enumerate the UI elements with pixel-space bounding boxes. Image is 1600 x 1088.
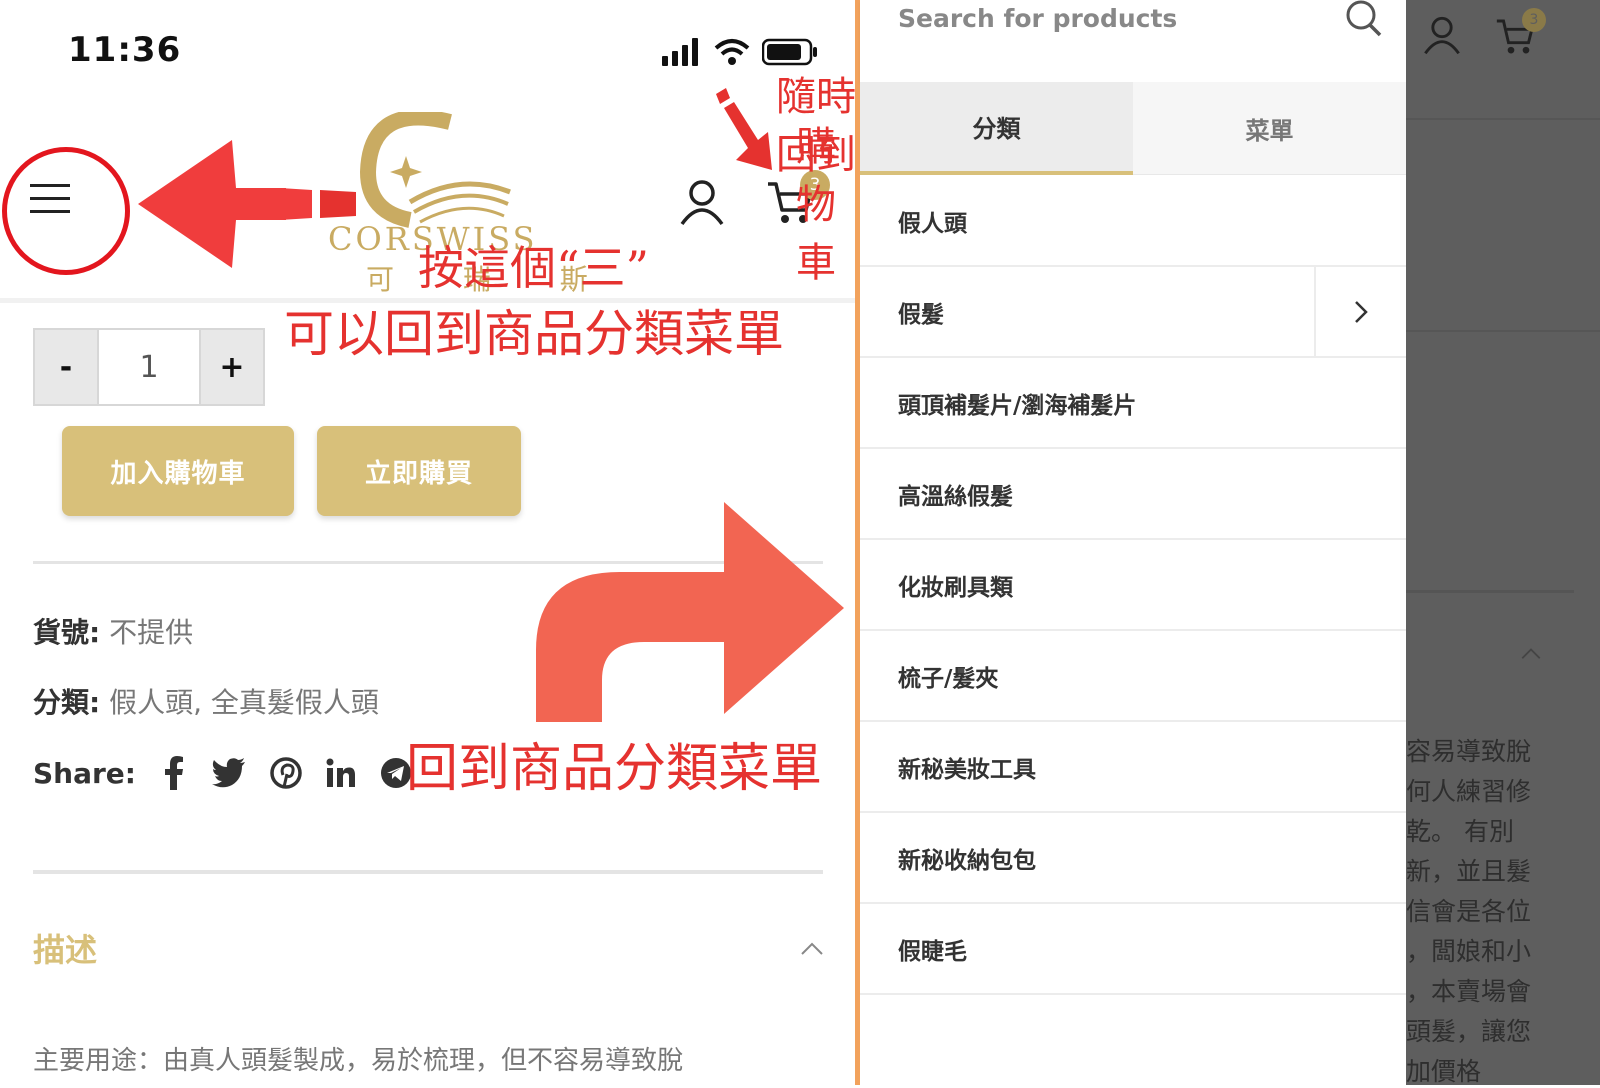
overlay-divider (1406, 330, 1600, 332)
tab-menu[interactable]: 菜單 (1133, 82, 1406, 175)
submenu-toggle[interactable] (1314, 267, 1406, 356)
annotation-cart-hint-2: 購物車 (796, 124, 836, 286)
overlay-text-line: 何人練習修 (1406, 777, 1532, 806)
menu-item-label: 假人頭 (898, 210, 967, 237)
overlay-divider (1406, 118, 1600, 120)
linkedin-icon[interactable] (326, 758, 356, 788)
menu-item[interactable]: 化妝刷具類 (860, 540, 1406, 631)
tab-categories[interactable]: 分類 (860, 82, 1133, 175)
annotation-hamburger-hint-2: 可以回到商品分類菜單 (284, 305, 784, 363)
category-label: 分類: (33, 686, 101, 719)
search-icon[interactable] (1344, 0, 1384, 40)
share-row: Share: (33, 756, 412, 790)
qty-minus-button[interactable]: - (35, 330, 97, 404)
qty-plus-button[interactable]: + (201, 330, 263, 404)
overlay-text-line: 頭髮，讓您 (1406, 1017, 1532, 1046)
annotation-arrow-left (138, 140, 356, 268)
category-list: 假人頭 假髮 頭頂補髮片/瀏海補髮片 高溫絲假髮 化妝刷具類 梳子/髮夾 新秘美… (860, 176, 1406, 995)
chevron-up-icon[interactable] (800, 940, 824, 956)
battery-icon (762, 38, 817, 66)
cart-count-badge: 3 (1522, 8, 1546, 32)
overlay-text-line: ，闆娘和小 (1406, 937, 1532, 966)
status-icons (662, 38, 818, 66)
overlay-text-line: 容易導致脫 (1406, 737, 1532, 766)
sku-row: 貨號: 不提供 (33, 611, 193, 651)
menu-item-label: 梳子/髮夾 (898, 665, 999, 692)
menu-item-label: 假髮 (898, 301, 944, 328)
annotation-menu-hint: 回到商品分類菜單 (406, 739, 823, 799)
overlay-text-line: 加價格 (1406, 1057, 1482, 1086)
sku-value: 不提供 (109, 616, 194, 649)
menu-item-label: 新秘美妝工具 (898, 756, 1036, 783)
facebook-icon[interactable] (160, 756, 188, 790)
annotation-circle (2, 147, 130, 275)
description-text: 主要用途：由真人頭髮製成，易於梳理，但不容易導致脫 (33, 1046, 684, 1076)
menu-item-label: 化妝刷具類 (898, 574, 1013, 601)
menu-item[interactable]: 頭頂補髮片/瀏海補髮片 (860, 358, 1406, 449)
overlay-text-line: 新，並且髮 (1406, 857, 1532, 886)
annotation-hamburger-hint-1: 按這個“三” (418, 241, 650, 295)
user-icon (1424, 16, 1460, 55)
logo-icon (359, 112, 511, 228)
search-input[interactable]: Search for products (898, 4, 1177, 33)
chevron-right-icon (1355, 300, 1368, 323)
add-to-cart-button[interactable]: 加入購物車 (62, 426, 294, 516)
menu-item[interactable]: 假人頭 (860, 176, 1406, 267)
menu-tabs: 分類 菜單 (860, 82, 1406, 175)
pinterest-icon[interactable] (270, 757, 302, 789)
menu-item[interactable]: 假髮 (860, 267, 1406, 358)
menu-item[interactable]: 假睫毛 (860, 904, 1406, 995)
menu-item[interactable]: 新秘收納包包 (860, 813, 1406, 904)
menu-item-label: 高溫絲假髮 (898, 483, 1013, 510)
menu-item[interactable]: 梳子/髮夾 (860, 631, 1406, 722)
overlay-text-line: 信會是各位 (1406, 897, 1532, 926)
buy-now-button[interactable]: 立即購買 (317, 426, 521, 516)
menu-item-label: 頭頂補髮片/瀏海補髮片 (898, 392, 1137, 419)
menu-item-label: 新秘收納包包 (898, 847, 1036, 874)
qty-input[interactable]: 1 (97, 330, 201, 404)
user-icon[interactable] (678, 178, 726, 226)
annotation-arrow-down (716, 88, 772, 170)
description-title[interactable]: 描述 (33, 925, 97, 971)
twitter-icon[interactable] (212, 758, 246, 788)
section-divider (33, 870, 823, 874)
menu-item[interactable]: 高溫絲假髮 (860, 449, 1406, 540)
sku-label: 貨號: (33, 616, 101, 649)
overlay-text-line: 乾。 有別 (1406, 817, 1514, 846)
menu-item-label: 假睫毛 (898, 938, 967, 965)
category-value[interactable]: 假人頭, 全真髮假人頭 (109, 686, 379, 719)
share-label: Share: (33, 756, 136, 790)
product-page: 11:36 CORSWISS 可 瑞 斯 3 隨時回到 購物車 按這個“三” 可… (0, 0, 858, 1085)
annotation-curved-arrow (536, 502, 844, 722)
overlay-text-line: ，本賣場會 (1406, 977, 1532, 1006)
wifi-icon (714, 39, 750, 65)
menu-item[interactable]: 新秘美妝工具 (860, 722, 1406, 813)
quantity-stepper: - 1 + (33, 328, 265, 406)
status-time: 11:36 (68, 30, 182, 70)
category-row: 分類: 假人頭, 全真髮假人頭 (33, 681, 379, 721)
overlay-divider (1406, 590, 1574, 593)
signal-icon (662, 38, 698, 66)
chevron-up-icon (1521, 648, 1541, 659)
